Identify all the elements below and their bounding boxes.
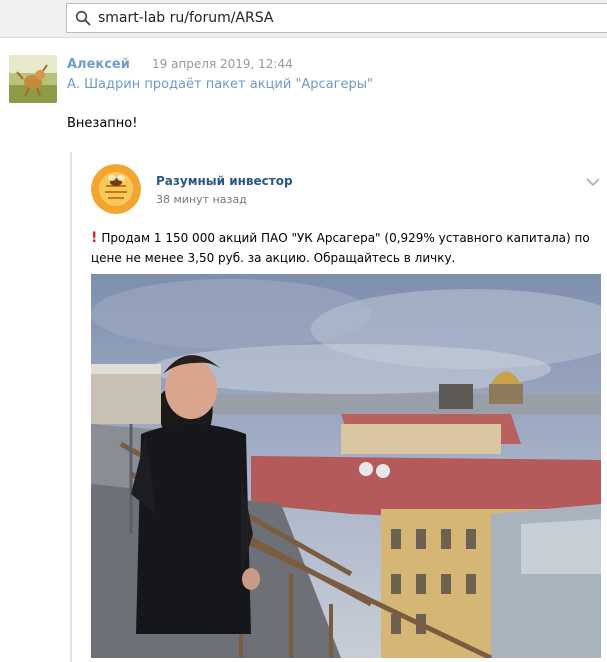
author-name[interactable]: Алексей: [67, 57, 130, 72]
repost-text-line-1: Продам 1 150 000 акций ПАО "УК Арсагера"…: [101, 231, 590, 245]
avatar[interactable]: [9, 55, 57, 103]
address-bar: smart-lab ru/forum/ARSA: [0, 0, 607, 38]
search-field[interactable]: smart-lab ru/forum/ARSA: [66, 3, 607, 33]
post-text: Внезапно!: [67, 116, 138, 131]
repost-text-line-2: цене не менее 3,50 руб. за акцию. Обраща…: [91, 251, 456, 265]
source-name[interactable]: Разумный инвестор: [156, 174, 293, 188]
post-title-link[interactable]: А. Шадрин продаёт пакет акций "Арсагеры": [67, 77, 373, 92]
source-time[interactable]: 38 минут назад: [156, 193, 247, 206]
exclamation-icon: !: [91, 230, 98, 246]
repost-photo[interactable]: [91, 274, 601, 658]
source-avatar[interactable]: [91, 164, 141, 214]
chevron-down-icon[interactable]: [585, 176, 601, 188]
post-date[interactable]: 19 апреля 2019, 12:44: [152, 57, 293, 71]
search-input[interactable]: smart-lab ru/forum/ARSA: [98, 10, 273, 26]
repost-text: ! Продам 1 150 000 акций ПАО "УК Арсагера…: [91, 228, 591, 268]
search-icon: [75, 10, 91, 26]
